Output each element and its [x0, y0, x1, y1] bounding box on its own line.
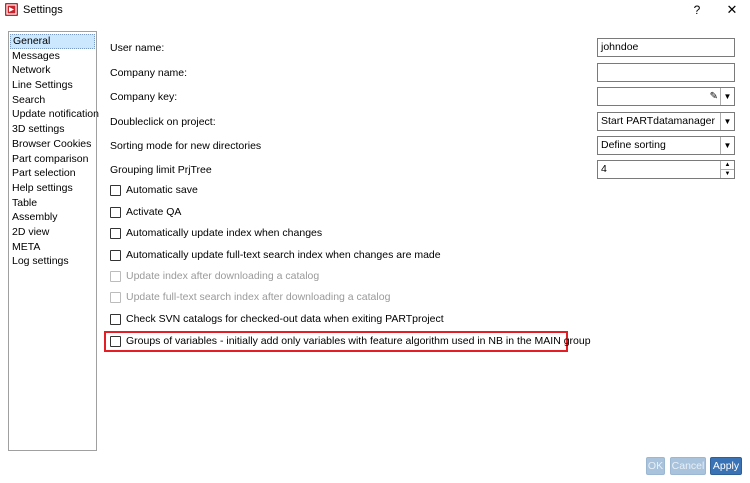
title-bar: Settings ? ✕ — [0, 0, 750, 21]
sorting-mode-value: Define sorting — [601, 139, 666, 151]
update-index-download-option: Update index after downloading a catalog — [110, 270, 319, 284]
sidebar-item-2d-view[interactable]: 2D view — [10, 225, 95, 240]
chevron-down-icon[interactable]: ▼ — [720, 113, 734, 130]
auto-update-index-option[interactable]: Automatically update index when changes — [110, 227, 322, 241]
sidebar-item-search[interactable]: Search — [10, 93, 95, 108]
update-fulltext-download-checkbox — [110, 291, 121, 303]
company-key-field[interactable]: ✎ ▼ — [597, 87, 735, 106]
doubleclick-label: Doubleclick on project: — [110, 116, 216, 128]
pencil-icon[interactable]: ✎ — [710, 88, 718, 105]
help-button[interactable]: ? — [690, 2, 704, 18]
sidebar-item-assembly[interactable]: Assembly — [10, 210, 95, 225]
apply-button[interactable]: Apply — [710, 457, 742, 475]
sorting-mode-select[interactable]: Define sorting ▼ — [597, 136, 735, 155]
close-button[interactable]: ✕ — [724, 2, 740, 18]
auto-update-index-label: Automatically update index when changes — [126, 227, 323, 240]
update-fulltext-download-option: Update full-text search index after down… — [110, 291, 390, 305]
groups-of-variables-checkbox[interactable] — [110, 335, 121, 347]
spin-up-icon[interactable]: ▲ — [721, 161, 734, 170]
sidebar-item-part-selection[interactable]: Part selection — [10, 166, 95, 181]
cancel-button[interactable]: Cancel — [670, 457, 706, 475]
activate-qa-checkbox[interactable] — [110, 206, 121, 218]
company-name-label: Company name: — [110, 67, 188, 79]
window-title: Settings — [23, 4, 63, 16]
check-svn-label: Check SVN catalogs for checked-out data … — [126, 313, 444, 326]
sidebar-item-browser-cookies[interactable]: Browser Cookies — [10, 137, 95, 152]
chevron-down-icon[interactable]: ▼ — [720, 137, 734, 154]
grouping-limit-label: Grouping limit PrjTree — [110, 164, 212, 176]
sidebar-item-log-settings[interactable]: Log settings — [10, 254, 95, 269]
user-name-label: User name: — [110, 42, 165, 54]
app-logo-icon — [5, 3, 18, 16]
update-fulltext-download-label: Update full-text search index after down… — [126, 291, 391, 304]
auto-update-fulltext-option[interactable]: Automatically update full-text search in… — [110, 249, 441, 263]
sidebar-item-table[interactable]: Table — [10, 196, 95, 211]
automatic-save-label: Automatic save — [126, 184, 198, 197]
sidebar-item-part-comparison[interactable]: Part comparison — [10, 152, 95, 167]
grouping-limit-value: 4 — [601, 163, 607, 175]
sidebar-item-general[interactable]: General — [10, 34, 95, 49]
user-name-value: johndoe — [601, 41, 639, 53]
sidebar-item-3d-settings[interactable]: 3D settings — [10, 122, 95, 137]
check-svn-option[interactable]: Check SVN catalogs for checked-out data … — [110, 313, 444, 327]
spin-buttons[interactable]: ▲ ▼ — [720, 161, 734, 178]
sidebar-item-help-settings[interactable]: Help settings — [10, 181, 95, 196]
company-key-label: Company key: — [110, 91, 178, 103]
settings-category-list[interactable]: General Messages Network Line Settings S… — [8, 31, 99, 451]
sidebar-item-update-notification[interactable]: Update notification — [10, 107, 99, 122]
company-name-field[interactable] — [597, 63, 735, 82]
doubleclick-select[interactable]: Start PARTdatamanager ▼ — [597, 112, 735, 131]
activate-qa-option[interactable]: Activate QA — [110, 206, 181, 220]
update-index-download-checkbox — [110, 270, 121, 282]
groups-of-variables-label: Groups of variables - initially add only… — [126, 335, 591, 348]
activate-qa-label: Activate QA — [126, 206, 182, 219]
chevron-down-icon[interactable]: ▼ — [720, 88, 734, 105]
grouping-limit-spinner[interactable]: 4 ▲ ▼ — [597, 160, 735, 179]
sidebar-item-line-settings[interactable]: Line Settings — [10, 78, 95, 93]
automatic-save-checkbox[interactable] — [110, 184, 121, 196]
auto-update-fulltext-label: Automatically update full-text search in… — [126, 249, 441, 262]
doubleclick-value: Start PARTdatamanager — [601, 115, 716, 127]
automatic-save-option[interactable]: Automatic save — [110, 184, 198, 198]
sidebar-item-network[interactable]: Network — [10, 63, 95, 78]
check-svn-checkbox[interactable] — [110, 313, 121, 325]
auto-update-index-checkbox[interactable] — [110, 227, 121, 239]
groups-of-variables-option[interactable]: Groups of variables - initially add only… — [110, 335, 591, 349]
sidebar-item-messages[interactable]: Messages — [10, 49, 95, 64]
user-name-field[interactable]: johndoe — [597, 38, 735, 57]
auto-update-fulltext-checkbox[interactable] — [110, 249, 121, 261]
sidebar-item-meta[interactable]: META — [10, 240, 95, 255]
ok-button[interactable]: OK — [646, 457, 665, 475]
update-index-download-label: Update index after downloading a catalog — [126, 270, 320, 283]
sorting-mode-label: Sorting mode for new directories — [110, 140, 262, 152]
spin-down-icon[interactable]: ▼ — [721, 170, 734, 179]
